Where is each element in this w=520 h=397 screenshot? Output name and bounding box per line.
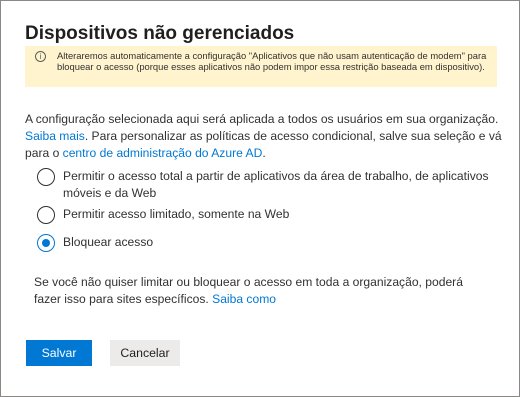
- description: A configuração selecionada aqui será apl…: [25, 111, 505, 162]
- banner-text: Alteraremos automaticamente a configuraç…: [57, 50, 487, 73]
- unmanaged-devices-dialog: Dispositivos não gerenciados i Alterarem…: [0, 0, 520, 397]
- description-text-1: A configuração selecionada aqui será apl…: [25, 112, 499, 126]
- radio-selected-dot: [42, 239, 50, 247]
- radio-full-access[interactable]: [37, 168, 55, 186]
- radio-block-access[interactable]: [37, 234, 55, 252]
- option-full-access[interactable]: Permitir o acesso total a partir de apli…: [37, 168, 497, 204]
- option-limited-access[interactable]: Permitir acesso limitado, somente na Web: [37, 206, 497, 224]
- warning-banner: i Alteraremos automaticamente a configur…: [25, 46, 497, 87]
- dialog-title: Dispositivos não gerenciados: [25, 23, 295, 44]
- description-text-3: .: [262, 146, 266, 160]
- learn-more-link[interactable]: Saiba mais: [25, 129, 85, 143]
- info-icon: i: [35, 51, 46, 62]
- site-specific-note: Se você não quiser limitar ou bloquear o…: [34, 274, 484, 308]
- learn-how-link[interactable]: Saiba como: [212, 292, 276, 306]
- azure-ad-admin-center-link[interactable]: centro de administração do Azure AD: [63, 146, 263, 160]
- option-block-access[interactable]: Bloquear acesso: [37, 234, 497, 252]
- option-full-access-label: Permitir o acesso total a partir de apli…: [63, 169, 489, 200]
- radio-limited-access[interactable]: [37, 206, 55, 224]
- cancel-button[interactable]: Cancelar: [110, 340, 180, 366]
- option-block-access-label: Bloquear acesso: [63, 235, 154, 249]
- save-button[interactable]: Salvar: [26, 340, 92, 366]
- option-limited-access-label: Permitir acesso limitado, somente na Web: [63, 207, 290, 221]
